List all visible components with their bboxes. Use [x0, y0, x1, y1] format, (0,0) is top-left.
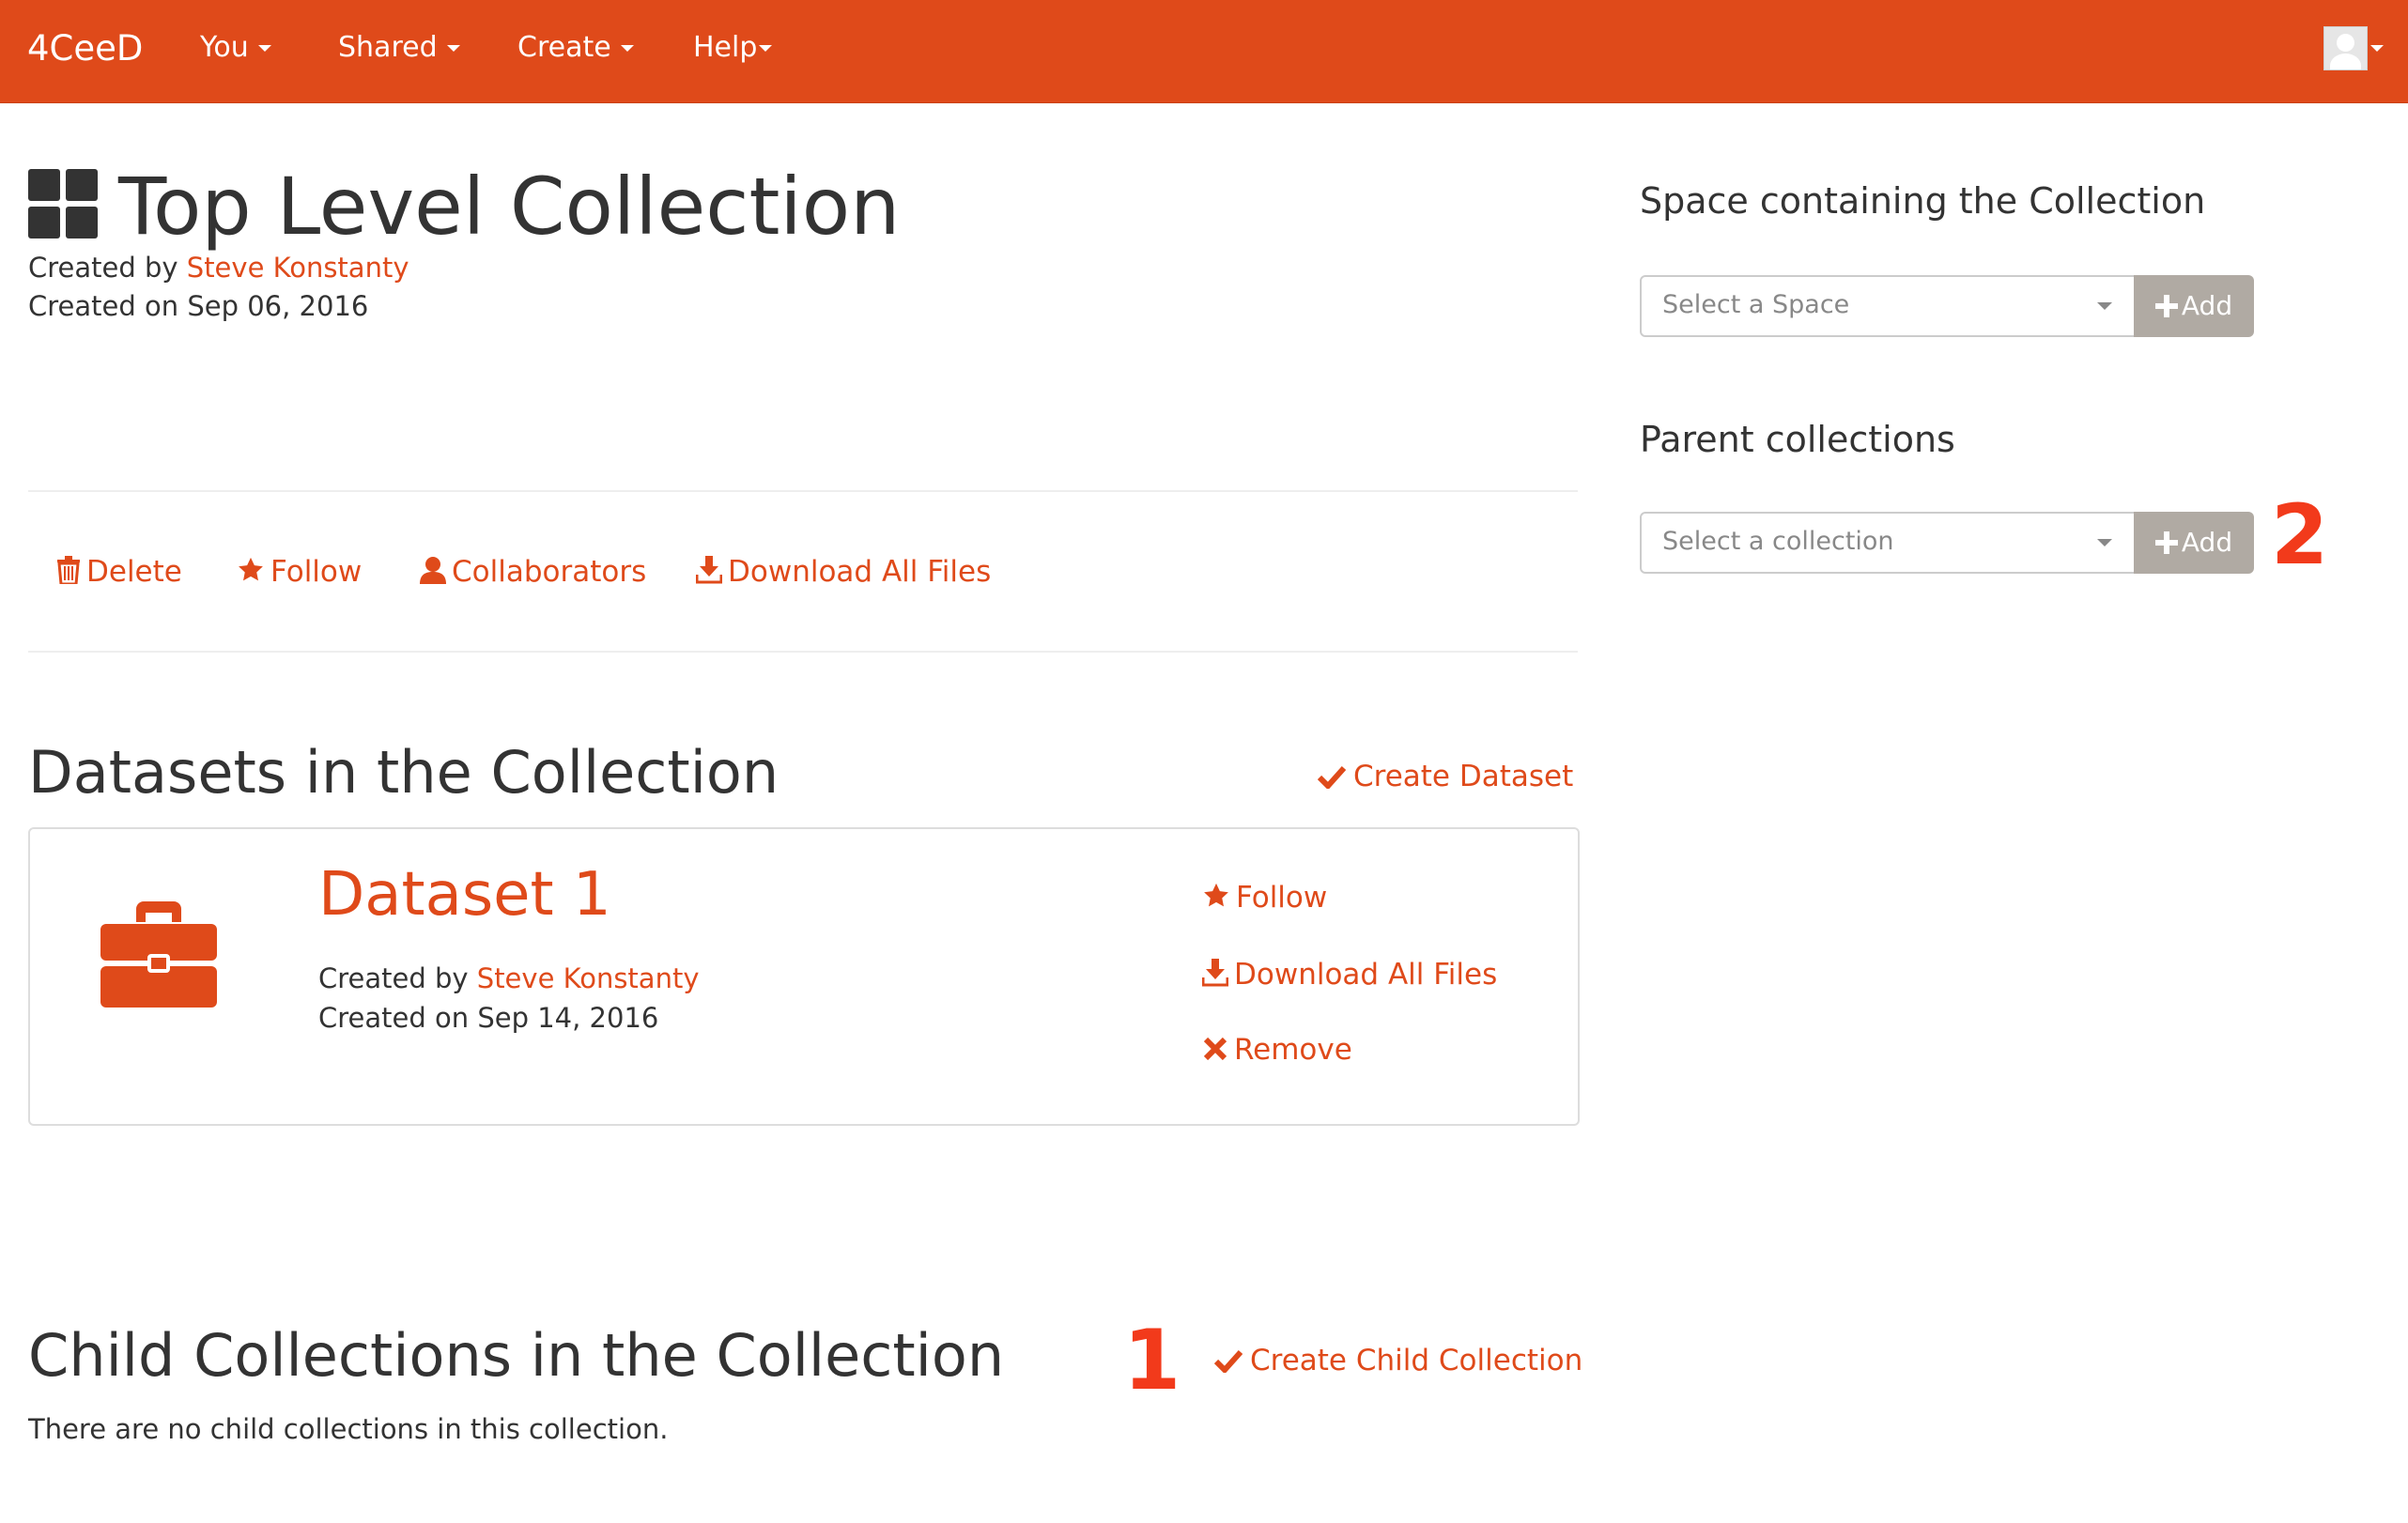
divider: [28, 651, 1578, 653]
caret-down-icon: [2370, 45, 2384, 52]
nav-menu-you[interactable]: You: [200, 25, 271, 70]
delete-button[interactable]: Delete: [56, 549, 182, 594]
checkmark-icon: [1213, 1349, 1243, 1375]
page-title: Top Level Collection: [118, 161, 901, 253]
dataset-remove-button[interactable]: Remove: [1202, 1027, 1352, 1072]
checkmark-icon: [1317, 765, 1347, 791]
child-collections-section-title: Child Collections in the Collection: [28, 1321, 1005, 1390]
nav-menu-label: You: [200, 31, 249, 64]
datasets-section-title: Datasets in the Collection: [28, 738, 780, 807]
add-parent-collection-label: Add: [2181, 527, 2233, 558]
caret-down-icon: [446, 45, 460, 52]
collaborators-label: Collaborators: [452, 555, 647, 589]
divider: [28, 490, 1578, 492]
dataset-follow-label: Follow: [1236, 881, 1328, 915]
author-link[interactable]: Steve Konstanty: [477, 962, 700, 994]
author-link[interactable]: Steve Konstanty: [187, 252, 409, 284]
close-icon: [1203, 1037, 1227, 1061]
add-space-button[interactable]: Add: [2134, 275, 2254, 337]
follow-label: Follow: [270, 555, 363, 589]
briefcase-icon: [100, 901, 217, 1008]
collaborators-button[interactable]: Collaborators: [420, 549, 646, 594]
user-icon: [420, 557, 446, 584]
collection-icon: [28, 169, 98, 238]
create-child-collection-label: Create Child Collection: [1250, 1344, 1583, 1377]
dataset-title-link[interactable]: Dataset 1: [318, 855, 611, 934]
nav-menu-label: Shared: [338, 31, 438, 64]
space-select[interactable]: Select a Space: [1640, 275, 2137, 337]
follow-button[interactable]: Follow: [237, 549, 362, 594]
caret-down-icon: [620, 45, 634, 52]
chevron-down-icon: [2097, 539, 2112, 546]
nav-menu-label: Create: [517, 31, 611, 64]
download-icon: [1201, 959, 1229, 987]
created-by-label: Created by: [28, 252, 187, 284]
add-space-label: Add: [2181, 290, 2233, 321]
download-all-button[interactable]: Download All Files: [695, 549, 992, 594]
create-child-collection-button[interactable]: Create Child Collection: [1213, 1338, 1583, 1383]
parent-collection-select-placeholder: Select a collection: [1662, 527, 1894, 556]
annotation-number-1: 1: [1123, 1312, 1181, 1408]
download-icon: [695, 556, 723, 584]
parent-collection-select[interactable]: Select a collection: [1640, 512, 2137, 574]
dataset-remove-label: Remove: [1234, 1033, 1352, 1067]
brand-logo[interactable]: 4CeeD: [27, 25, 143, 72]
add-parent-collection-button[interactable]: Add: [2134, 512, 2254, 574]
annotation-number-2: 2: [2271, 486, 2329, 583]
dataset-created-by: Created by Steve Konstanty: [318, 960, 699, 997]
space-section-heading: Space containing the Collection: [1640, 180, 2206, 222]
chevron-down-icon: [2097, 302, 2112, 310]
space-select-placeholder: Select a Space: [1662, 290, 1850, 319]
create-dataset-button[interactable]: Create Dataset: [1317, 754, 1574, 799]
nav-menu-help[interactable]: Help: [693, 25, 773, 70]
trash-icon: [57, 556, 80, 586]
empty-child-collections-message: There are no child collections in this c…: [28, 1413, 669, 1445]
star-icon: [239, 557, 263, 581]
nav-menu-label: Help: [693, 31, 758, 64]
caret-down-icon: [257, 45, 271, 52]
dataset-download-button[interactable]: Download All Files: [1201, 952, 1498, 997]
dataset-download-label: Download All Files: [1234, 958, 1498, 992]
dataset-follow-button[interactable]: Follow: [1202, 875, 1327, 920]
collection-created-on: Created on Sep 06, 2016: [28, 290, 369, 322]
dataset-created-on: Created on Sep 14, 2016: [318, 1002, 659, 1034]
created-by-label: Created by: [318, 962, 477, 994]
delete-label: Delete: [86, 555, 182, 589]
collection-created-by: Created by Steve Konstanty: [28, 249, 409, 286]
caret-down-icon: [759, 45, 773, 52]
nav-menu-shared[interactable]: Shared: [338, 25, 460, 70]
avatar: [2323, 26, 2368, 70]
download-all-label: Download All Files: [728, 555, 992, 589]
plus-icon: [2154, 531, 2178, 554]
top-navbar: 4CeeD You Shared Create Help: [0, 0, 2408, 103]
nav-menu-create[interactable]: Create: [517, 25, 634, 70]
create-dataset-label: Create Dataset: [1353, 760, 1574, 793]
plus-icon: [2154, 295, 2178, 317]
parent-collections-heading: Parent collections: [1640, 419, 1955, 460]
star-icon: [1204, 883, 1228, 907]
